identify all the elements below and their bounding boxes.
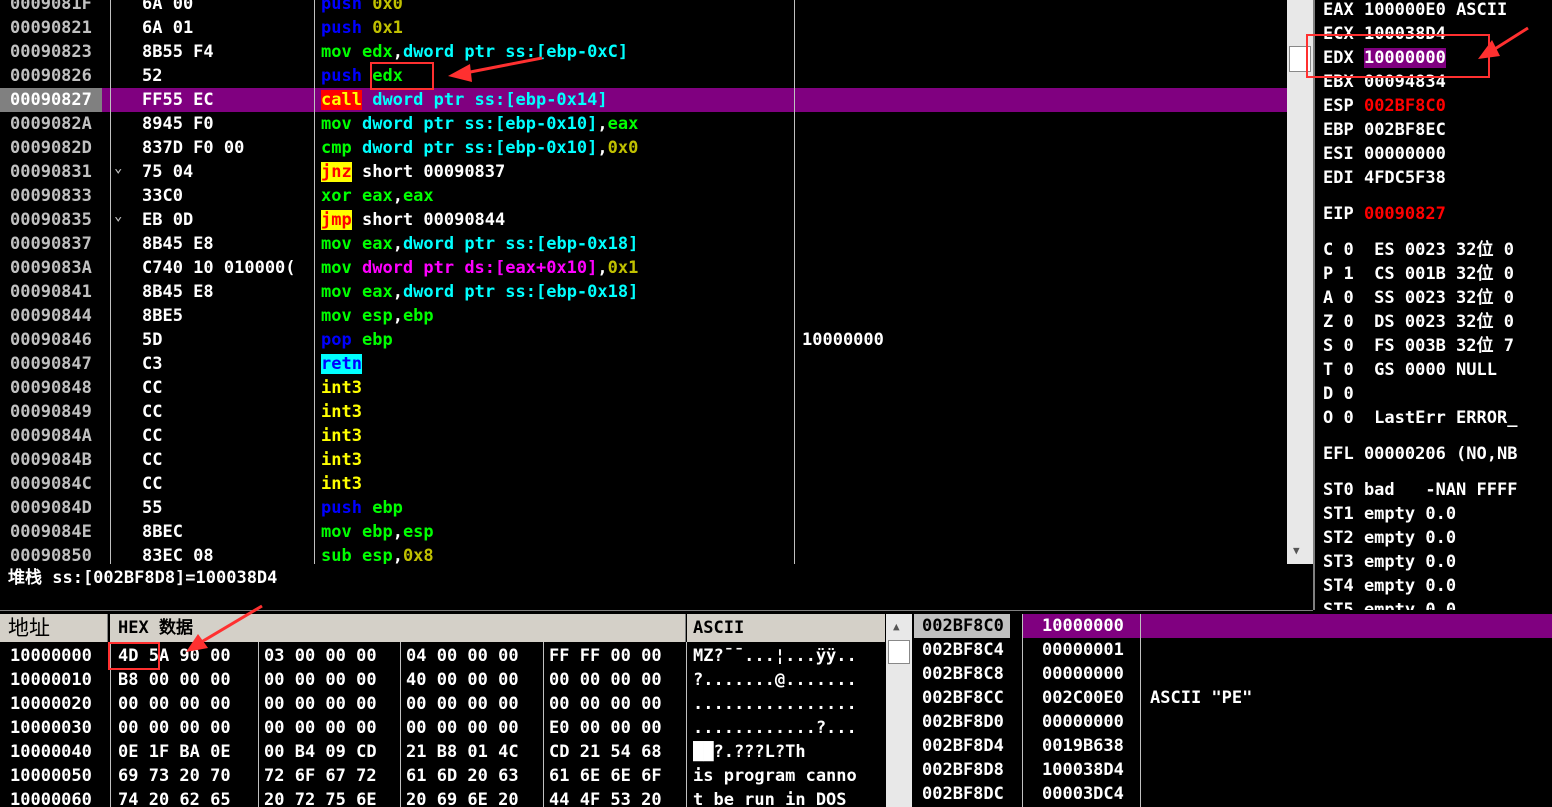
annotation-arrows [186,26,1529,652]
